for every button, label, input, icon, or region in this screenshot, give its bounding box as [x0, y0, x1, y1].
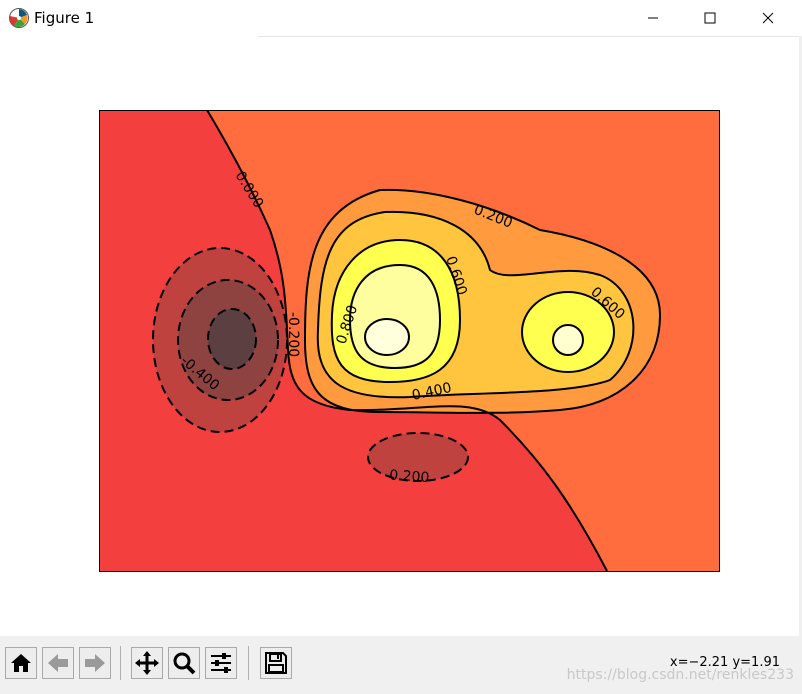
magnifier-icon — [173, 652, 196, 675]
home-button[interactable] — [5, 647, 37, 679]
move-icon — [135, 651, 159, 675]
arrow-right-icon — [85, 654, 105, 672]
minimize-button[interactable] — [630, 0, 676, 36]
maximize-button[interactable] — [687, 0, 733, 36]
zoom-button[interactable] — [168, 647, 200, 679]
contour-label: -0.200 — [285, 312, 301, 357]
contour-label: -0.200 — [384, 467, 430, 486]
toolbar-separator — [248, 646, 249, 680]
configure-subplots-button[interactable] — [205, 647, 237, 679]
home-icon — [11, 654, 31, 672]
contour-plot: 0.000 0.200 0.600 0.800 0.600 0.400 -0.2… — [99, 110, 720, 572]
navigation-toolbar: x=−2.21 y=1.91 https://blog.csdn.net/ren… — [0, 636, 802, 694]
minimize-icon — [648, 17, 658, 19]
close-button[interactable] — [745, 0, 791, 36]
save-button[interactable] — [260, 647, 292, 679]
window-title: Figure 1 — [34, 9, 95, 27]
maximize-icon — [704, 12, 716, 24]
forward-button[interactable] — [79, 647, 111, 679]
floppy-disk-icon — [265, 652, 287, 674]
close-icon — [762, 12, 774, 24]
watermark: https://blog.csdn.net/renkles233 — [566, 667, 794, 683]
window-title-bar: Figure 1 — [0, 0, 802, 36]
matplotlib-icon — [9, 8, 29, 28]
pan-button[interactable] — [131, 647, 163, 679]
sliders-icon — [211, 653, 231, 673]
arrow-left-icon — [48, 654, 68, 672]
toolbar-separator — [120, 646, 121, 680]
back-button[interactable] — [42, 647, 74, 679]
figure-canvas[interactable]: 0.000 0.200 0.600 0.800 0.600 0.400 -0.2… — [0, 37, 802, 637]
